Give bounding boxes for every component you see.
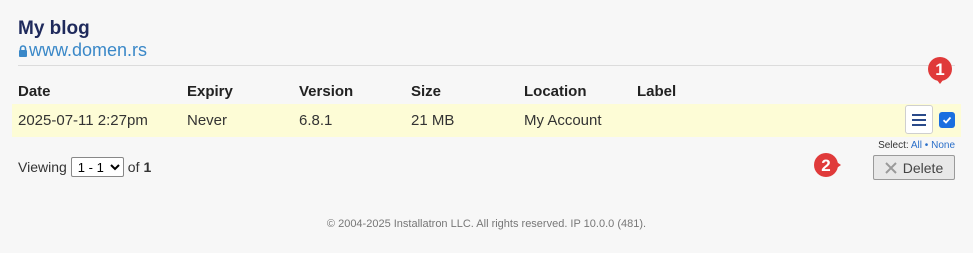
lock-icon — [19, 44, 27, 57]
pagination-of: of — [127, 159, 140, 175]
select-all-link[interactable]: All — [911, 140, 922, 151]
check-icon — [942, 116, 952, 124]
delete-button[interactable]: Delete — [873, 155, 955, 180]
menu-icon — [912, 113, 926, 126]
delete-label: Delete — [902, 159, 944, 176]
pagination-total: 1 — [143, 159, 152, 175]
header-label: Label — [637, 83, 677, 100]
page-select[interactable]: 1 - 1 — [70, 157, 124, 177]
cell-location: My Account — [524, 112, 602, 129]
select-separator: • — [924, 140, 929, 151]
header-location: Location — [524, 83, 587, 100]
select-none-link[interactable]: None — [931, 140, 955, 151]
divider — [18, 65, 955, 66]
header-date: Date — [18, 83, 51, 100]
header-size: Size — [411, 83, 442, 100]
domain-text: www.domen.rs — [29, 40, 148, 60]
close-icon — [885, 161, 897, 174]
cell-date: 2025-07-11 2:27pm — [18, 112, 148, 129]
marker-1-badge: 1 — [928, 57, 952, 84]
pagination: Viewing 1 - 1 of 1 — [18, 157, 151, 177]
table-header: Date Expiry Version Size Location Label — [12, 83, 961, 101]
table-row[interactable]: 2025-07-11 2:27pm Never 6.8.1 21 MB My A… — [12, 104, 961, 137]
marker-1-text: 1 — [935, 60, 944, 79]
cell-expiry: Never — [187, 112, 228, 129]
marker-2-badge: 2 — [814, 153, 841, 177]
pagination-prefix: Viewing — [18, 159, 67, 175]
row-checkbox[interactable] — [939, 112, 955, 128]
select-prefix: Select: — [878, 140, 909, 151]
cell-size: 21 MB — [411, 112, 455, 129]
footer: © 2004-2025 Installatron LLC. All rights… — [326, 218, 647, 230]
site-title: My blog — [18, 18, 90, 39]
row-menu-button[interactable] — [905, 105, 933, 134]
cell-version: 6.8.1 — [299, 112, 333, 129]
domain-link[interactable]: www.domen.rs — [18, 40, 147, 61]
header-version: Version — [299, 83, 354, 100]
marker-2-text: 2 — [821, 156, 830, 175]
header-expiry: Expiry — [187, 83, 233, 100]
select-links: Select: All • None — [878, 140, 955, 151]
